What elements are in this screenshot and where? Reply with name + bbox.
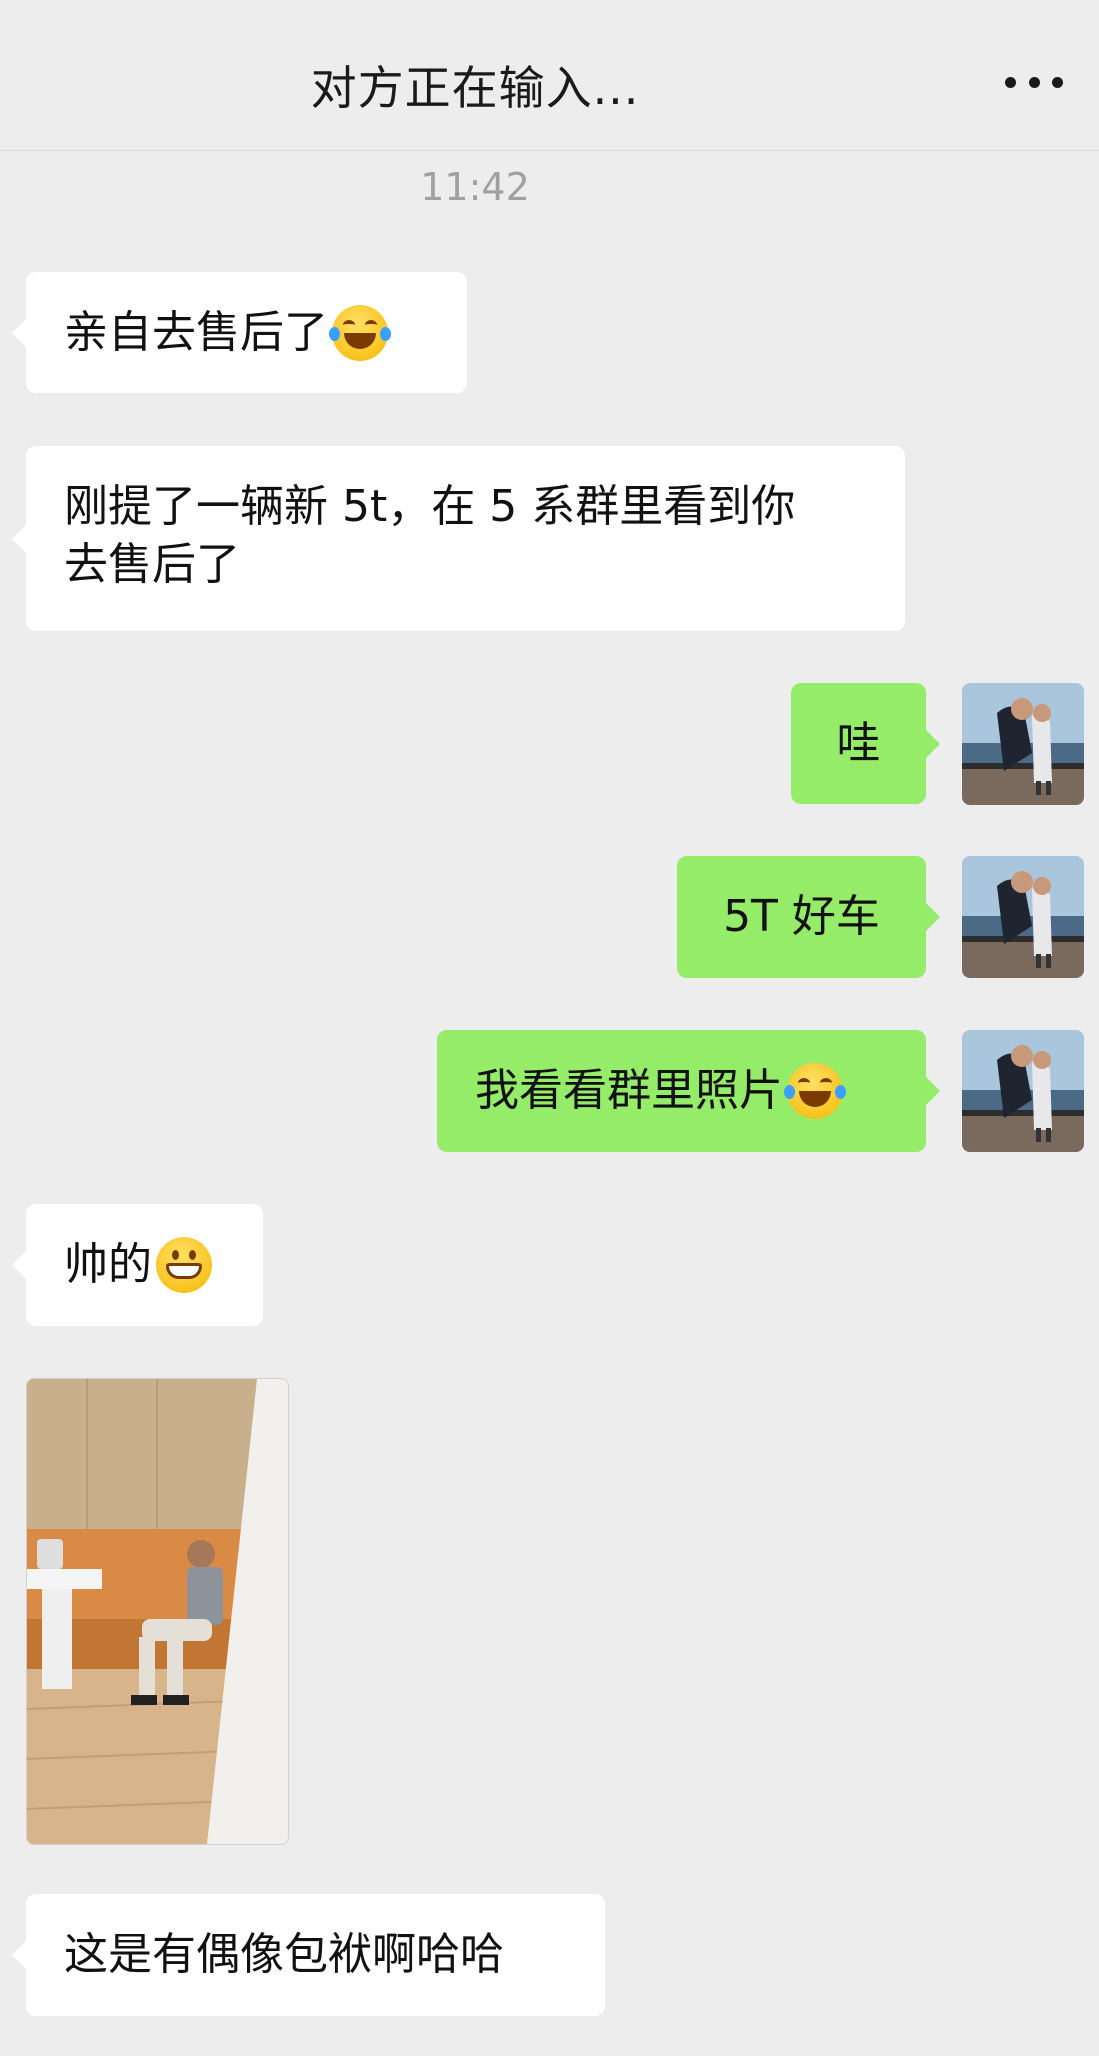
tears-of-joy-emoji-icon xyxy=(329,304,391,361)
outgoing-message[interactable]: 5T 好车 xyxy=(677,856,940,978)
message-text: 亲自去售后了 xyxy=(64,306,328,358)
chat-title: 对方正在输入... xyxy=(310,61,640,115)
message-text: 我看看群里照片 xyxy=(475,1065,783,1116)
message-text: 5T 好车 xyxy=(723,891,880,942)
more-options-icon[interactable] xyxy=(1005,62,1063,102)
message-text: 哇 xyxy=(836,717,881,769)
message-timestamp: 11:42 xyxy=(420,165,530,209)
tears-of-joy-emoji-icon xyxy=(784,1063,846,1119)
incoming-message[interactable]: 这是有偶像包袱啊哈哈 xyxy=(12,1894,605,2016)
grin-emoji-icon xyxy=(156,1237,212,1293)
incoming-message[interactable]: 帅的 xyxy=(12,1204,263,1326)
outgoing-message[interactable]: 我看看群里照片 xyxy=(437,1030,940,1152)
user-avatar[interactable] xyxy=(962,683,1084,805)
incoming-image-message[interactable] xyxy=(26,1378,289,1845)
incoming-message[interactable]: 亲自去售后了 xyxy=(12,272,467,393)
message-text-line: 刚提了一辆新 5t，在 5 系群里看到你 xyxy=(64,481,796,532)
user-avatar[interactable] xyxy=(962,1030,1084,1152)
user-avatar[interactable] xyxy=(962,856,1084,978)
message-text: 这是有偶像包袱啊哈哈 xyxy=(64,1929,504,1980)
message-text-line: 去售后了 xyxy=(64,539,240,590)
message-text: 帅的 xyxy=(64,1239,152,1290)
incoming-message[interactable]: 刚提了一辆新 5t，在 5 系群里看到你 去售后了 xyxy=(12,446,905,631)
chat-header: 对方正在输入... xyxy=(0,0,1099,151)
outgoing-message[interactable]: 哇 xyxy=(791,683,940,804)
